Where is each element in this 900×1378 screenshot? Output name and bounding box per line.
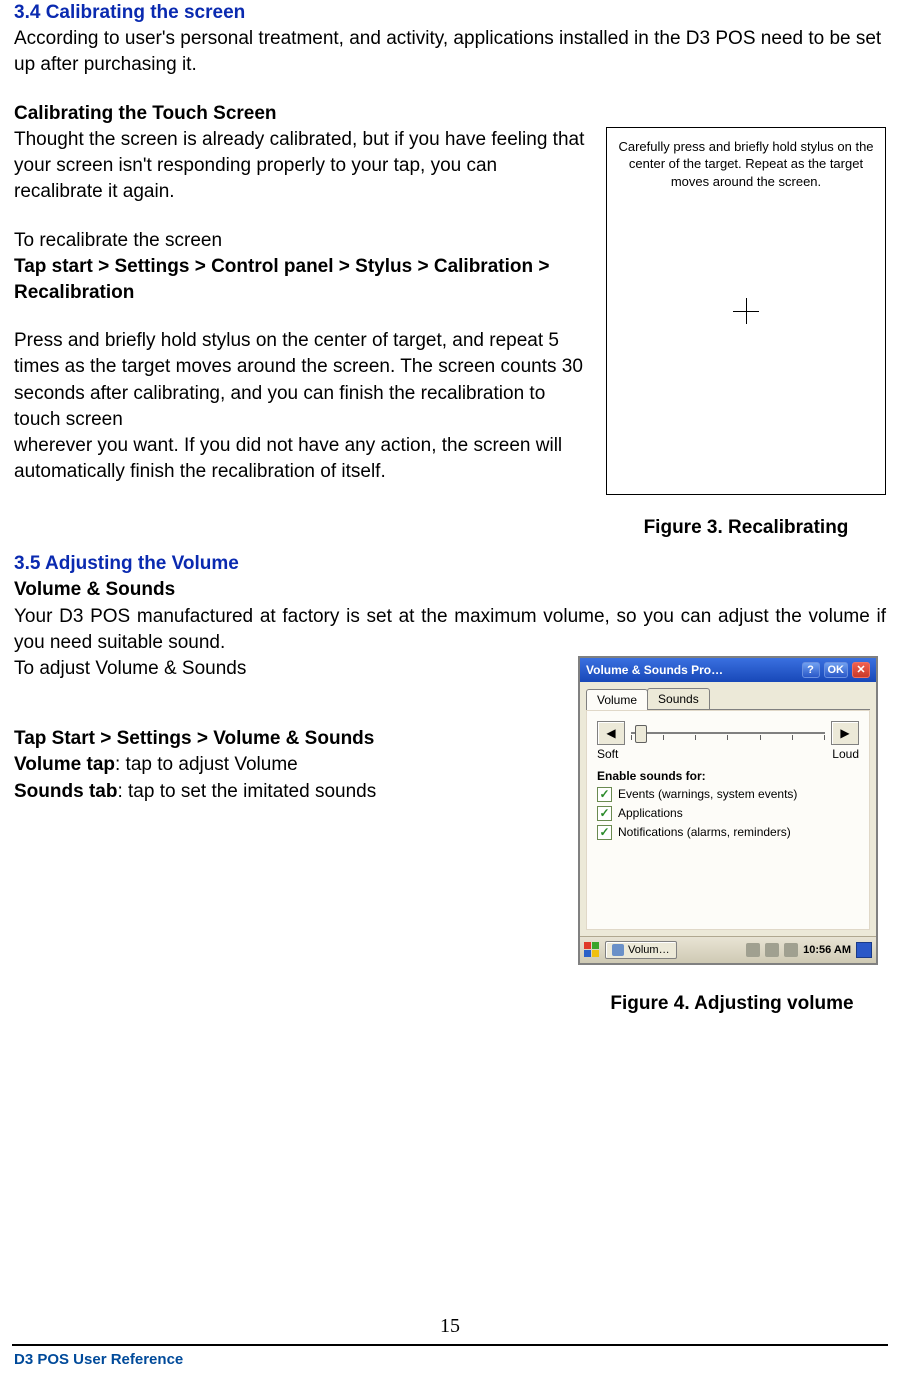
- checkbox-row-notifications[interactable]: ✓ Notifications (alarms, reminders): [597, 825, 859, 840]
- label-loud: Loud: [832, 747, 859, 761]
- paragraph: To recalibrate the screen: [14, 228, 588, 254]
- close-button[interactable]: ✕: [852, 662, 870, 678]
- taskbar-app-button[interactable]: Volum…: [605, 941, 677, 959]
- help-button[interactable]: ?: [802, 662, 820, 678]
- ok-button[interactable]: OK: [824, 662, 849, 678]
- paragraph: Volume tap: tap to adjust Volume: [14, 752, 560, 778]
- taskbar-clock: 10:56 AM: [803, 944, 851, 956]
- paragraph: wherever you want. If you did not have a…: [14, 433, 588, 485]
- subheading-volume-sounds: Volume & Sounds: [14, 577, 886, 603]
- window-title: Volume & Sounds Pro…: [586, 663, 798, 677]
- tray-icon[interactable]: [746, 943, 760, 957]
- tray-icon[interactable]: [784, 943, 798, 957]
- label-volume-tap: Volume tap: [14, 754, 115, 775]
- volume-panel: ◀ ▶ Soft Loud Enable sounds for:: [586, 710, 870, 930]
- desktop-button-icon[interactable]: [856, 942, 872, 958]
- tab-sounds[interactable]: Sounds: [647, 688, 710, 709]
- paragraph: Sounds tab: tap to set the imitated soun…: [14, 779, 560, 805]
- checkbox-label: Events (warnings, system events): [618, 787, 797, 801]
- checkbox-label: Notifications (alarms, reminders): [618, 825, 791, 839]
- figure-3-screenshot: Carefully press and briefly hold stylus …: [606, 127, 886, 495]
- tray-icon[interactable]: [765, 943, 779, 957]
- volume-decrease-button[interactable]: ◀: [597, 721, 625, 745]
- checkbox-label: Applications: [618, 806, 683, 820]
- window-titlebar: Volume & Sounds Pro… ? OK ✕: [580, 658, 876, 682]
- label-soft: Soft: [597, 747, 618, 761]
- desc-sounds-tab: : tap to set the imitated sounds: [117, 781, 376, 802]
- paragraph: Press and briefly hold stylus on the cen…: [14, 328, 588, 433]
- paragraph: To adjust Volume & Sounds: [14, 656, 560, 682]
- paragraph: Your D3 POS manufactured at factory is s…: [14, 604, 886, 656]
- paragraph: According to user's personal treatment, …: [14, 26, 886, 78]
- tab-volume[interactable]: Volume: [586, 689, 648, 710]
- subheading-calibrating-touch: Calibrating the Touch Screen: [14, 101, 886, 127]
- paragraph: Thought the screen is already calibrated…: [14, 127, 588, 206]
- calibration-instructions-text: Carefully press and briefly hold stylus …: [615, 138, 877, 191]
- system-tray: 10:56 AM: [746, 942, 872, 958]
- checkbox-row-events[interactable]: ✓ Events (warnings, system events): [597, 787, 859, 802]
- figure-4-column: Volume & Sounds Pro… ? OK ✕ Volume Sound…: [578, 656, 886, 1017]
- volume-sounds-window: Volume & Sounds Pro… ? OK ✕ Volume Sound…: [578, 656, 878, 965]
- checkbox-checked-icon[interactable]: ✓: [597, 825, 612, 840]
- taskbar-app-label: Volum…: [628, 944, 670, 956]
- nav-path-volume: Tap Start > Settings > Volume & Sounds: [14, 726, 560, 752]
- nav-path-calibration: Tap start > Settings > Control panel > S…: [14, 254, 588, 306]
- heading-3-4: 3.4 Calibrating the screen: [14, 0, 886, 26]
- checkbox-checked-icon[interactable]: ✓: [597, 787, 612, 802]
- volume-increase-button[interactable]: ▶: [831, 721, 859, 745]
- enable-sounds-heading: Enable sounds for:: [597, 769, 859, 783]
- page-number: 15: [0, 1315, 900, 1338]
- desc-volume-tap: : tap to adjust Volume: [115, 754, 298, 775]
- footer-rule: [12, 1344, 888, 1346]
- checkbox-checked-icon[interactable]: ✓: [597, 806, 612, 821]
- footer-text: D3 POS User Reference: [14, 1351, 183, 1368]
- heading-3-5: 3.5 Adjusting the Volume: [14, 551, 886, 577]
- app-icon: [612, 944, 624, 956]
- taskbar: Volum… 10:56 AM: [580, 936, 876, 963]
- figure-3-caption: Figure 3. Recalibrating: [606, 515, 886, 541]
- volume-slider-thumb[interactable]: [635, 725, 647, 743]
- label-sounds-tab: Sounds tab: [14, 781, 117, 802]
- checkbox-row-applications[interactable]: ✓ Applications: [597, 806, 859, 821]
- start-button-icon[interactable]: [584, 942, 599, 957]
- tab-strip: Volume Sounds: [586, 688, 870, 710]
- volume-slider[interactable]: [631, 723, 825, 743]
- figure-4-caption: Figure 4. Adjusting volume: [578, 991, 886, 1017]
- figure-3-column: Carefully press and briefly hold stylus …: [606, 127, 886, 541]
